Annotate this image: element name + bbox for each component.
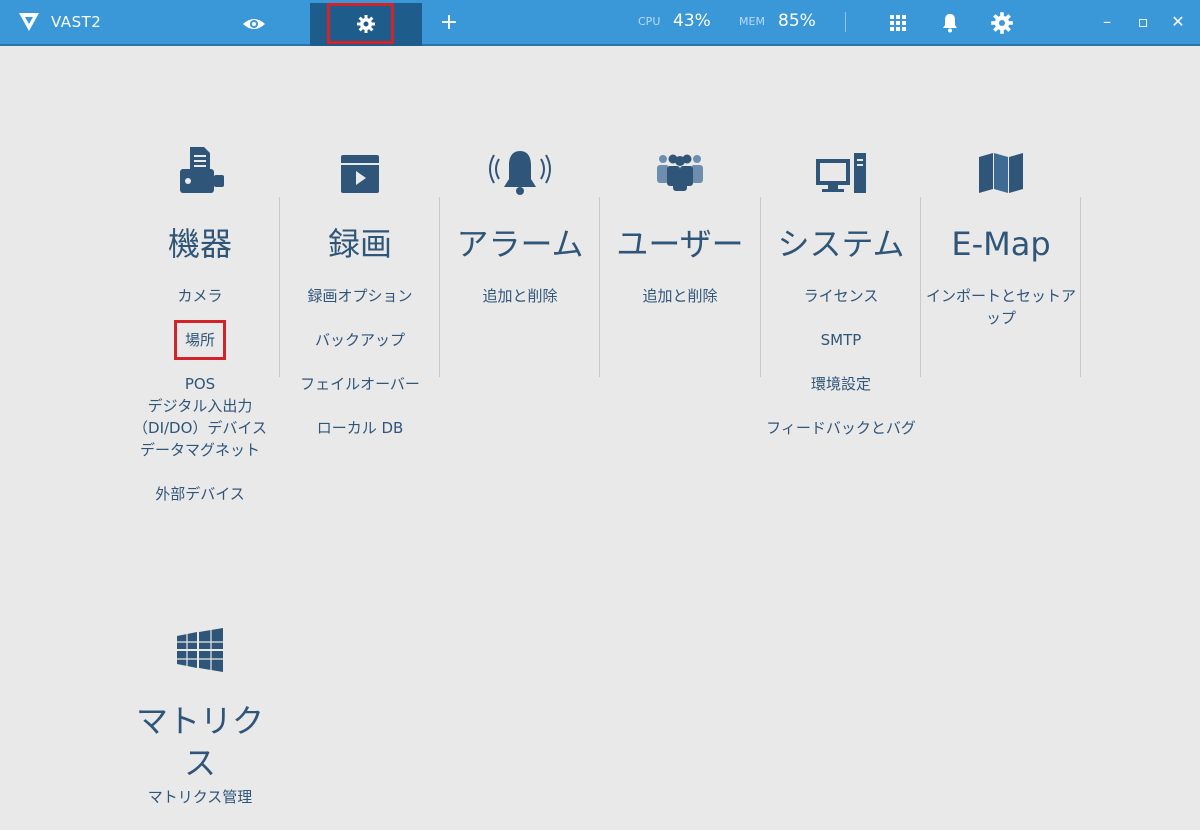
recording-title: 録画	[327, 225, 392, 263]
add-tab-button[interactable]: +	[438, 8, 460, 38]
user-title: ユーザー	[616, 225, 744, 263]
recording-link-options[interactable]: 録画オプション	[280, 285, 440, 307]
cpu-value: 43%	[673, 11, 711, 31]
system-link-feedback[interactable]: フィードバックとバグ	[761, 417, 921, 439]
alarm-link-add-remove[interactable]: 追加と削除	[440, 285, 600, 307]
settings-tab[interactable]	[310, 3, 422, 46]
recording-link-backup[interactable]: バックアップ	[280, 329, 440, 351]
close-button[interactable]: ✕	[1168, 12, 1188, 32]
vast-logo-icon	[19, 13, 39, 31]
emap-link-import-setup[interactable]: インポートとセットアップ	[921, 285, 1081, 329]
alarm-title: アラーム	[456, 225, 584, 263]
mem-value: 85%	[778, 11, 816, 31]
computer-icon	[816, 153, 866, 193]
device-link-pos[interactable]: POS	[120, 373, 280, 395]
live-view-tab-eye-icon[interactable]	[240, 14, 268, 34]
matrix-title: マトリクス	[135, 702, 264, 782]
device-link-camera[interactable]: カメラ	[120, 285, 280, 307]
emap-title: E-Map	[951, 225, 1051, 263]
users-icon	[657, 154, 703, 191]
device-link-data-magnet[interactable]: データマグネット	[120, 439, 280, 461]
device-link-location[interactable]: 場所	[173, 320, 226, 360]
titlebar-divider	[845, 12, 846, 32]
device-link-external[interactable]: 外部デバイス	[120, 483, 280, 505]
system-link-preferences[interactable]: 環境設定	[761, 373, 921, 395]
global-settings-gear-icon[interactable]	[990, 11, 1014, 35]
maximize-button[interactable]: ▫	[1133, 12, 1153, 32]
alarm-column: アラーム 追加と削除	[440, 145, 600, 329]
user-link-add-remove[interactable]: 追加と削除	[600, 285, 760, 307]
alarm-bell-icon	[489, 151, 551, 195]
column-divider	[1080, 197, 1081, 377]
apps-grid-icon[interactable]	[886, 11, 910, 35]
system-column: システム ライセンス SMTP 環境設定 フィードバックとバグ	[761, 145, 921, 461]
device-link-dido[interactable]: デジタル入出力（DI/DO）デバイス	[120, 395, 280, 439]
device-icon	[180, 147, 224, 193]
app-title: VAST2	[51, 13, 102, 31]
mem-label: MEM	[739, 15, 765, 28]
title-bar: VAST2 + CPU 43% MEM 85% – ▫ ✕	[0, 0, 1200, 46]
notification-bell-icon[interactable]	[938, 11, 962, 35]
recording-link-local-db[interactable]: ローカル DB	[280, 417, 440, 439]
device-column: 機器 カメラ 場所 POS デジタル入出力（DI/DO）デバイス データマグネッ…	[120, 145, 280, 527]
recording-link-failover[interactable]: フェイルオーバー	[280, 373, 440, 395]
windows-grid-icon	[177, 628, 223, 672]
map-icon	[979, 153, 1023, 193]
minimize-button[interactable]: –	[1097, 12, 1117, 32]
recording-icon	[341, 155, 379, 193]
user-column: ユーザー 追加と削除	[600, 145, 760, 329]
matrix-link-management[interactable]: マトリクス管理	[120, 786, 280, 808]
system-title: システム	[777, 225, 905, 263]
device-link-location-wrapper: 場所	[120, 320, 280, 360]
settings-gear-icon	[357, 15, 375, 33]
cpu-label: CPU	[638, 15, 661, 28]
device-title: 機器	[167, 225, 232, 263]
system-link-license[interactable]: ライセンス	[761, 285, 921, 307]
recording-column: 録画 録画オプション バックアップ フェイルオーバー ローカル DB	[280, 145, 440, 461]
system-link-smtp[interactable]: SMTP	[761, 329, 921, 351]
emap-column: E-Map インポートとセットアップ	[921, 145, 1081, 351]
matrix-section: マトリクス マトリクス管理	[120, 628, 280, 830]
